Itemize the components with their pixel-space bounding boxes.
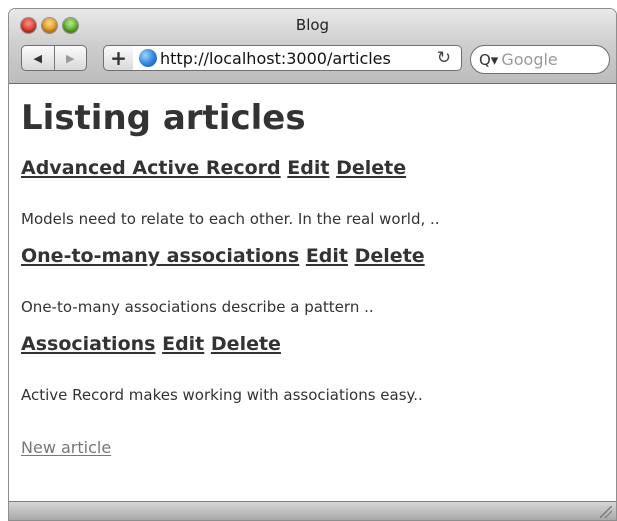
back-button[interactable]: ◀ bbox=[22, 46, 55, 70]
forward-arrow-icon: ▶ bbox=[66, 51, 75, 65]
search-icon[interactable]: Q▾ bbox=[479, 51, 498, 69]
edit-link[interactable]: Edit bbox=[162, 333, 204, 355]
globe-icon bbox=[139, 49, 157, 67]
search-placeholder: Google bbox=[501, 50, 558, 69]
url-text[interactable]: http://localhost:3000/articles bbox=[160, 49, 391, 68]
reload-icon[interactable]: ↻ bbox=[437, 48, 451, 68]
article-row: Associations Edit Delete bbox=[21, 335, 281, 354]
address-bar[interactable]: http://localhost:3000/articles ↻ bbox=[133, 45, 462, 71]
window-title: Blog bbox=[295, 16, 330, 34]
navigation-buttons: ◀ ▶ bbox=[21, 45, 87, 71]
forward-button[interactable]: ▶ bbox=[55, 46, 87, 70]
delete-link[interactable]: Delete bbox=[211, 333, 281, 355]
add-bookmark-button[interactable]: + bbox=[103, 45, 134, 71]
article-row: Advanced Active Record Edit Delete bbox=[21, 159, 406, 178]
search-field[interactable]: Q▾ Google bbox=[470, 45, 610, 74]
article-title-link[interactable]: One-to-many associations bbox=[21, 245, 299, 267]
new-article-link[interactable]: New article bbox=[21, 438, 111, 457]
article-summary: Active Record makes working with associa… bbox=[21, 386, 423, 404]
resize-grip-icon[interactable] bbox=[600, 506, 612, 518]
delete-link[interactable]: Delete bbox=[336, 157, 406, 179]
article-row: One-to-many associations Edit Delete bbox=[21, 247, 425, 266]
browser-toolbar: Blog ◀ ▶ + http://localhost:3000/article… bbox=[9, 9, 616, 84]
edit-link[interactable]: Edit bbox=[287, 157, 329, 179]
edit-link[interactable]: Edit bbox=[306, 245, 348, 267]
plus-icon: + bbox=[110, 46, 127, 70]
article-summary: One-to-many associations describe a patt… bbox=[21, 298, 374, 316]
article-title-link[interactable]: Advanced Active Record bbox=[21, 157, 281, 179]
article-summary: Models need to relate to each other. In … bbox=[21, 210, 440, 228]
status-bar bbox=[9, 501, 616, 520]
back-arrow-icon: ◀ bbox=[33, 51, 42, 65]
article-title-link[interactable]: Associations bbox=[21, 333, 155, 355]
page-title: Listing articles bbox=[21, 98, 306, 138]
browser-window: Blog ◀ ▶ + http://localhost:3000/article… bbox=[8, 8, 617, 521]
delete-link[interactable]: Delete bbox=[355, 245, 425, 267]
